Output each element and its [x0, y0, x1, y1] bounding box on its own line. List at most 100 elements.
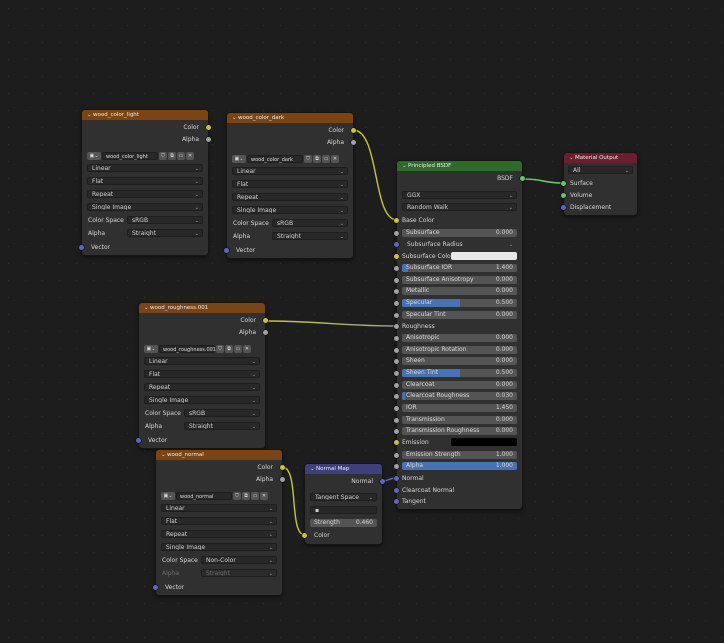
- slider-input-socket[interactable]: [394, 463, 399, 469]
- color-output-socket[interactable]: [351, 128, 356, 133]
- image-texture-node-wood-color-light[interactable]: ⌄wood_color_light Color Alpha ▣⌄ wood_co…: [79, 110, 211, 255]
- node-header[interactable]: ⌄wood_color_light: [82, 110, 208, 120]
- image-selector[interactable]: ▣⌄ wood_color_light ⛉ ⧉ ▭ ✕: [87, 151, 203, 160]
- image-name-field[interactable]: wood_roughness.001: [159, 344, 216, 353]
- image-texture-node-wood-normal[interactable]: ⌄wood_normal Color Alpha ▣⌄ wood_normal …: [153, 450, 285, 595]
- extension-dropdown[interactable]: Repeat ⌄: [232, 193, 348, 201]
- color-space-dropdown[interactable]: sRGB ⌄: [127, 216, 203, 224]
- alpha-output-socket[interactable]: [206, 137, 211, 142]
- node-header[interactable]: ⌄Material Output: [564, 153, 637, 163]
- color-space-dropdown[interactable]: sRGB ⌄: [272, 219, 348, 227]
- unlink-x-icon[interactable]: ✕: [186, 151, 194, 160]
- bsdf-slider-clearcoat-roughness[interactable]: Clearcoat Roughness 0.030: [402, 392, 517, 400]
- image-browse-icon[interactable]: ▣⌄: [232, 154, 246, 163]
- bsdf-slider-transmission-roughness[interactable]: Transmission Roughness 0.000: [402, 427, 517, 435]
- bsdf-slider-subsurface-anisotropy[interactable]: Subsurface Anisotropy 0.000: [402, 276, 517, 284]
- subsurface-color-swatch[interactable]: [451, 252, 517, 260]
- open-folder-icon[interactable]: ▭: [177, 151, 185, 160]
- bsdf-slider-clearcoat[interactable]: Clearcoat 0.000: [402, 381, 517, 389]
- unlink-x-icon[interactable]: ✕: [260, 491, 268, 500]
- vector-input-socket[interactable]: [79, 245, 84, 250]
- interpolation-dropdown[interactable]: Linear ⌄: [144, 357, 260, 365]
- unlink-x-icon[interactable]: ✕: [331, 154, 339, 163]
- vector-input-socket[interactable]: [153, 585, 158, 590]
- bsdf-slider-anisotropic-rotation[interactable]: Anisotropic Rotation 0.000: [402, 346, 517, 354]
- slider-input-socket[interactable]: [394, 300, 399, 306]
- target-dropdown[interactable]: All ⌄: [568, 166, 633, 174]
- bsdf-slider-specular-tint[interactable]: Specular Tint 0.000: [402, 311, 517, 319]
- color-output-socket[interactable]: [263, 318, 268, 323]
- slider-input-socket[interactable]: [394, 428, 399, 434]
- interpolation-dropdown[interactable]: Linear ⌄: [87, 164, 203, 172]
- node-header[interactable]: ⌄Principled BSDF: [397, 161, 522, 171]
- projection-dropdown[interactable]: Flat ⌄: [232, 180, 348, 188]
- slider-input-socket[interactable]: [394, 230, 399, 236]
- slider-input-socket[interactable]: [394, 358, 399, 364]
- projection-dropdown[interactable]: Flat ⌄: [144, 370, 260, 378]
- bsdf-slider-alpha[interactable]: Alpha 1.000: [402, 462, 517, 470]
- slider-input-socket[interactable]: [394, 452, 399, 458]
- new-image-icon[interactable]: ⧉: [242, 491, 250, 500]
- image-texture-node-wood-roughness[interactable]: ⌄wood_roughness.001 Color Alpha ▣⌄ wood_…: [136, 303, 268, 448]
- slider-input-socket[interactable]: [394, 382, 399, 388]
- alpha-output-socket[interactable]: [263, 330, 268, 335]
- image-texture-node-wood-color-dark[interactable]: ⌄wood_color_dark Color Alpha ▣⌄ wood_col…: [224, 113, 356, 258]
- node-header[interactable]: ⌄Normal Map: [305, 464, 382, 474]
- slider-input-socket[interactable]: [394, 288, 399, 294]
- bsdf-slider-sheen[interactable]: Sheen 0.000: [402, 357, 517, 365]
- subsurface-radius-dropdown[interactable]: Subsurface Radius ⌄: [402, 240, 517, 248]
- color-output-socket[interactable]: [206, 125, 211, 130]
- normal-output-socket[interactable]: [380, 479, 385, 484]
- emission-socket[interactable]: [394, 440, 399, 445]
- slider-input-socket[interactable]: [394, 265, 399, 271]
- vector-input-socket[interactable]: [224, 248, 229, 253]
- slider-input-socket[interactable]: [394, 405, 399, 411]
- new-image-icon[interactable]: ⧉: [225, 344, 233, 353]
- displacement-input-socket[interactable]: [561, 205, 566, 210]
- subsurface-color-socket[interactable]: [394, 254, 399, 259]
- alpha-mode-dropdown[interactable]: Straight ⌄: [127, 229, 203, 237]
- bsdf-slider-sheen-tint[interactable]: Sheen Tint 0.500: [402, 369, 517, 377]
- subsurface-method-dropdown[interactable]: Random Walk ⌄: [402, 203, 517, 211]
- space-dropdown[interactable]: Tangent Space ⌄: [310, 493, 377, 501]
- image-browse-icon[interactable]: ▣⌄: [87, 151, 101, 160]
- image-selector[interactable]: ▣⌄ wood_color_dark ⛉ ⧉ ▭ ✕: [232, 154, 348, 163]
- projection-dropdown[interactable]: Flat ⌄: [161, 517, 277, 525]
- projection-dropdown[interactable]: Flat ⌄: [87, 177, 203, 185]
- image-name-field[interactable]: wood_normal: [176, 491, 232, 500]
- node-editor-canvas[interactable]: [0, 0, 724, 643]
- fake-user-shield-icon[interactable]: ⛉: [304, 154, 312, 163]
- node-header[interactable]: ⌄wood_normal: [156, 450, 282, 460]
- interpolation-dropdown[interactable]: Linear ⌄: [232, 167, 348, 175]
- strength-slider[interactable]: Strength 0.460: [310, 519, 377, 527]
- slider-input-socket[interactable]: [394, 312, 399, 318]
- clearcoat-normal-socket[interactable]: [394, 488, 399, 493]
- bsdf-slider-subsurface[interactable]: Subsurface 0.000: [402, 229, 517, 237]
- volume-input-socket[interactable]: [561, 193, 566, 198]
- extension-dropdown[interactable]: Repeat ⌄: [87, 190, 203, 198]
- alpha-mode-dropdown[interactable]: Straight ⌄: [184, 422, 260, 430]
- interpolation-dropdown[interactable]: Linear ⌄: [161, 504, 277, 512]
- normal-map-node[interactable]: ⌄Normal Map Normal Tangent Space ⌄ ▪ Stre…: [302, 464, 385, 544]
- image-selector[interactable]: ▣⌄ wood_normal ⛉ ⧉ ▭ ✕: [161, 491, 277, 500]
- alpha-output-socket[interactable]: [280, 477, 285, 482]
- color-output-socket[interactable]: [280, 465, 285, 470]
- subsurface-radius-socket[interactable]: [394, 242, 399, 247]
- color-space-dropdown[interactable]: sRGB ⌄: [184, 409, 260, 417]
- new-image-icon[interactable]: ⧉: [313, 154, 321, 163]
- image-name-field[interactable]: wood_color_light: [102, 151, 158, 160]
- image-selector[interactable]: ▣⌄ wood_roughness.001 ⛉ ⧉ ▭ ✕: [144, 344, 260, 353]
- bsdf-slider-emission-strength[interactable]: Emission Strength 1.000: [402, 451, 517, 459]
- color-space-dropdown[interactable]: Non-Color ⌄: [201, 556, 277, 564]
- surface-input-socket[interactable]: [561, 181, 566, 186]
- slider-input-socket[interactable]: [394, 335, 399, 341]
- alpha-output-socket[interactable]: [351, 140, 356, 145]
- bsdf-slider-metallic[interactable]: Metallic 0.000: [402, 287, 517, 295]
- bsdf-output-socket[interactable]: [520, 176, 525, 181]
- node-header[interactable]: ⌄wood_roughness.001: [139, 303, 265, 313]
- principled-bsdf-node[interactable]: ⌄Principled BSDF BSDF GGX ⌄ Random Walk ⌄ …: [394, 161, 525, 509]
- slider-input-socket[interactable]: [394, 417, 399, 423]
- source-dropdown[interactable]: Single Image ⌄: [87, 203, 203, 211]
- color-input-socket[interactable]: [302, 533, 307, 538]
- slider-input-socket[interactable]: [394, 347, 399, 353]
